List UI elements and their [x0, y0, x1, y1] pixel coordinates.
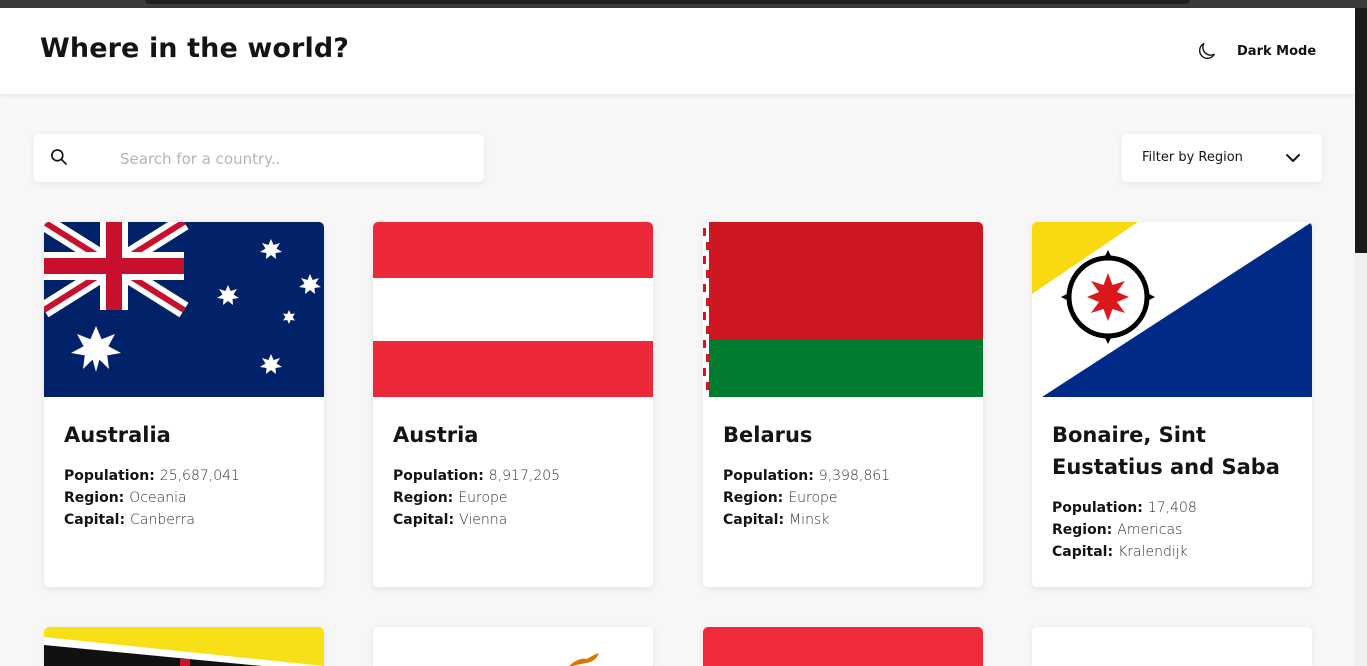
- capital-value: Minsk: [789, 512, 830, 528]
- app-title: Where in the world?: [40, 33, 350, 64]
- australia-flag-image: [44, 222, 324, 397]
- flag-image: [1032, 627, 1312, 666]
- country-card-partial[interactable]: [1032, 627, 1312, 666]
- region-value: Europe: [788, 490, 838, 506]
- country-card-partial[interactable]: [703, 627, 983, 666]
- scrollbar-thumb[interactable]: [1355, 8, 1367, 253]
- country-card-belarus[interactable]: Belarus Population: 9,398,861 Region: Euro…: [703, 222, 983, 587]
- population-value: 9,398,861: [818, 468, 891, 484]
- capital-label: Capital:: [393, 512, 455, 528]
- capital-value: Kralendijk: [1118, 544, 1188, 560]
- country-card-austria[interactable]: Austria Population: 8,917,205 Region: Euro…: [373, 222, 653, 587]
- country-card-partial[interactable]: [44, 627, 324, 666]
- population-value: 8,917,205: [488, 468, 561, 484]
- flag-image: [44, 627, 324, 666]
- capital-label: Capital:: [64, 512, 126, 528]
- country-name: Australia: [64, 423, 171, 447]
- population-value: 25,687,041: [159, 468, 240, 484]
- population-label: Population:: [1052, 500, 1143, 516]
- region-filter-label: Filter by Region: [1142, 150, 1243, 165]
- capital-label: Capital:: [1052, 544, 1114, 560]
- moon-icon: [1198, 42, 1216, 60]
- population-label: Population:: [64, 468, 155, 484]
- country-name: Bonaire, Sint Eustatius and Saba: [1052, 423, 1280, 479]
- search-bar[interactable]: [34, 134, 484, 184]
- search-input[interactable]: [118, 134, 482, 184]
- search-icon: [51, 149, 67, 165]
- capital-label: Capital:: [723, 512, 785, 528]
- flag-image: [703, 627, 983, 666]
- austria-flag-image: [373, 222, 653, 397]
- dark-mode-label: Dark Mode: [1237, 43, 1317, 59]
- capital-value: Vienna: [459, 512, 508, 528]
- region-value: Oceania: [129, 490, 187, 506]
- flag-image: [373, 627, 653, 666]
- population-label: Population:: [393, 468, 484, 484]
- population-label: Population:: [723, 468, 814, 484]
- region-label: Region:: [723, 490, 784, 506]
- region-label: Region:: [1052, 522, 1113, 538]
- region-value: Americas: [1117, 522, 1183, 538]
- region-label: Region:: [393, 490, 454, 506]
- bonaire-flag-image: [1032, 222, 1312, 397]
- browser-top-bar: [0, 0, 1367, 8]
- country-card-partial[interactable]: [373, 627, 653, 666]
- capital-value: Canberra: [130, 512, 195, 528]
- region-value: Europe: [458, 490, 508, 506]
- country-name: Austria: [393, 423, 479, 447]
- country-card-bonaire-sint-eustatius-and-saba[interactable]: Bonaire, Sint Eustatius and Saba Populat…: [1032, 222, 1312, 587]
- country-name: Belarus: [723, 423, 813, 447]
- belarus-flag-image: [703, 222, 983, 397]
- dark-mode-toggle[interactable]: Dark Mode: [1196, 38, 1316, 64]
- country-card-australia[interactable]: Australia Population: 25,687,041 Region: O…: [44, 222, 324, 587]
- chevron-down-icon: [1286, 154, 1300, 162]
- region-filter-dropdown[interactable]: Filter by Region: [1122, 134, 1322, 182]
- app-header: Where in the world? Dark Mode: [0, 8, 1355, 94]
- region-label: Region:: [64, 490, 125, 506]
- population-value: 17,408: [1147, 500, 1197, 516]
